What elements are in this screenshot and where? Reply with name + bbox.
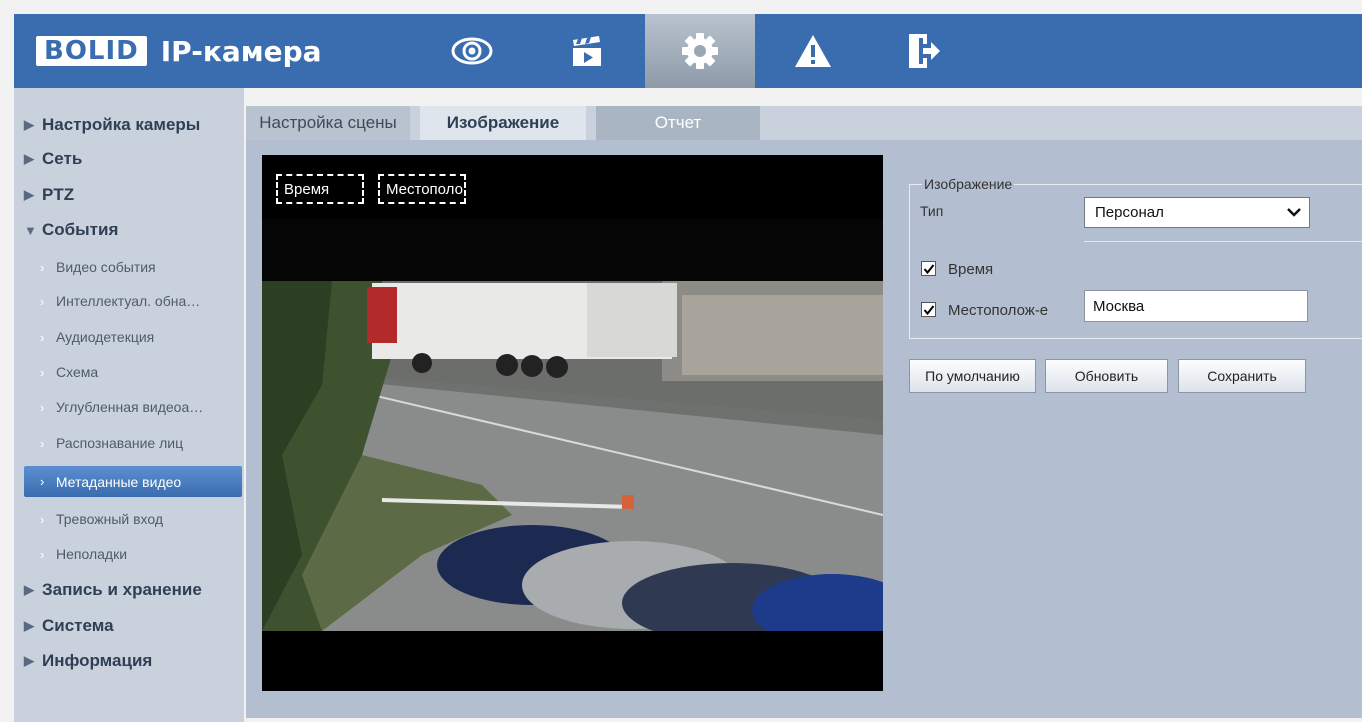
collapse-arrow-icon: ▼ xyxy=(24,222,37,238)
clapperboard-icon xyxy=(573,36,601,66)
chevron-right-icon: › xyxy=(40,474,45,489)
location-input[interactable] xyxy=(1084,290,1308,322)
sidebar-item-label: Распознавание лиц xyxy=(56,435,184,451)
sidebar-item-face-recognition[interactable]: › Распознавание лиц xyxy=(14,426,244,460)
logout-icon xyxy=(909,34,940,68)
sidebar-item-label: Видео события xyxy=(56,259,156,275)
sidebar-item-network[interactable]: ▶ Сеть xyxy=(14,142,244,176)
camera-scene-image xyxy=(262,155,883,691)
sidebar-item-recording-storage[interactable]: ▶ Запись и хранение xyxy=(14,573,244,607)
time-checkbox-label: Время xyxy=(948,261,994,278)
sidebar-item-audio-detection[interactable]: › Аудиодетекция xyxy=(14,320,244,354)
logo-title: IP-камера xyxy=(160,34,322,68)
gear-icon xyxy=(682,33,718,69)
logo-brand: BOLID xyxy=(36,36,147,66)
nav-playback-button[interactable] xyxy=(532,14,642,88)
chevron-right-icon: › xyxy=(40,259,45,275)
type-select-value: Персонал xyxy=(1095,204,1164,221)
sidebar-item-intelligent-detection[interactable]: › Интеллектуал. обна… xyxy=(14,284,244,318)
type-select[interactable]: Персонал xyxy=(1084,197,1310,228)
expand-arrow-icon: ▶ xyxy=(24,618,34,633)
refresh-button[interactable]: Обновить xyxy=(1045,359,1168,393)
sidebar-menu: ▶ Настройка камеры ▶ Сеть ▶ PTZ ▼ Событи… xyxy=(14,88,244,722)
divider xyxy=(1084,241,1362,242)
sidebar-item-label: Углубленная видеоа… xyxy=(56,399,204,415)
sidebar-item-advanced-video-analytics[interactable]: › Углубленная видеоа… xyxy=(14,390,244,424)
sidebar-item-label: Тревожный вход xyxy=(56,511,164,527)
sidebar-item-label: Система xyxy=(42,616,114,635)
nav-live-view-button[interactable] xyxy=(417,14,527,88)
tab-bar: Настройка сцены Изображение Отчет xyxy=(246,106,1362,140)
top-header: BOLID IP-камера xyxy=(14,14,1362,88)
checkmark-icon xyxy=(923,264,935,275)
expand-arrow-icon: ▶ xyxy=(24,117,34,132)
sidebar-item-information[interactable]: ▶ Информация xyxy=(14,644,244,678)
sidebar-item-label: Схема xyxy=(56,364,99,380)
chevron-right-icon: › xyxy=(40,293,45,309)
location-checkbox-label: Местополож-е xyxy=(948,302,1049,319)
sidebar-item-events[interactable]: ▼ События xyxy=(14,213,244,247)
tab-image[interactable]: Изображение xyxy=(420,106,586,140)
sidebar-item-label: Информация xyxy=(42,651,153,670)
sidebar-item-label: Сеть xyxy=(42,149,83,168)
osd-time-overlay[interactable]: Время xyxy=(276,174,364,204)
sidebar-item-ptz[interactable]: ▶ PTZ xyxy=(14,178,244,212)
tab-report[interactable]: Отчет xyxy=(596,106,760,140)
sidebar-item-label: PTZ xyxy=(42,185,75,204)
chevron-right-icon: › xyxy=(40,364,45,380)
chevron-right-icon: › xyxy=(40,399,45,415)
checkmark-icon xyxy=(923,305,935,316)
sidebar-item-alarm-input[interactable]: › Тревожный вход xyxy=(14,502,244,536)
eye-icon xyxy=(451,37,493,65)
nav-settings-button[interactable] xyxy=(645,14,755,88)
sidebar-item-label: Интеллектуал. обна… xyxy=(56,293,201,309)
expand-arrow-icon: ▶ xyxy=(24,187,34,202)
chevron-down-icon xyxy=(1287,208,1301,217)
chevron-right-icon: › xyxy=(40,329,45,345)
sidebar-item-video-events[interactable]: › Видео события xyxy=(14,250,244,284)
group-title: Изображение xyxy=(922,176,1015,192)
video-preview: Время Местополо xyxy=(262,155,883,691)
sidebar-item-label: Аудиодетекция xyxy=(56,329,155,345)
tab-scene-settings[interactable]: Настройка сцены xyxy=(246,106,410,140)
sidebar-item-faults[interactable]: › Неполадки xyxy=(14,537,244,571)
sidebar-item-label: Запись и хранение xyxy=(42,580,202,599)
sidebar-item-system[interactable]: ▶ Система xyxy=(14,609,244,643)
sidebar-item-video-metadata[interactable]: › Метаданные видео xyxy=(24,466,242,497)
nav-logout-button[interactable] xyxy=(869,14,979,88)
sidebar-item-camera-settings[interactable]: ▶ Настройка камеры xyxy=(14,108,244,142)
logo: BOLID IP-камера xyxy=(36,32,322,70)
sidebar-item-scheme[interactable]: › Схема xyxy=(14,355,244,389)
location-checkbox[interactable] xyxy=(921,302,936,317)
chevron-right-icon: › xyxy=(40,511,45,527)
chevron-right-icon: › xyxy=(40,546,45,562)
sidebar-item-label: Метаданные видео xyxy=(55,473,182,490)
warning-icon xyxy=(795,35,831,67)
expand-arrow-icon: ▶ xyxy=(24,582,34,597)
time-checkbox[interactable] xyxy=(921,261,936,276)
sidebar-item-label: Неполадки xyxy=(56,546,128,562)
nav-alarm-button[interactable] xyxy=(758,14,868,88)
expand-arrow-icon: ▶ xyxy=(24,653,34,668)
chevron-right-icon: › xyxy=(40,435,45,451)
save-button[interactable]: Сохранить xyxy=(1178,359,1306,393)
osd-location-overlay[interactable]: Местополо xyxy=(378,174,466,204)
sidebar-item-label: Настройка камеры xyxy=(42,115,201,134)
sidebar-item-label: События xyxy=(42,220,119,239)
expand-arrow-icon: ▶ xyxy=(24,151,34,166)
default-button[interactable]: По умолчанию xyxy=(909,359,1036,393)
type-label: Тип xyxy=(920,203,944,219)
